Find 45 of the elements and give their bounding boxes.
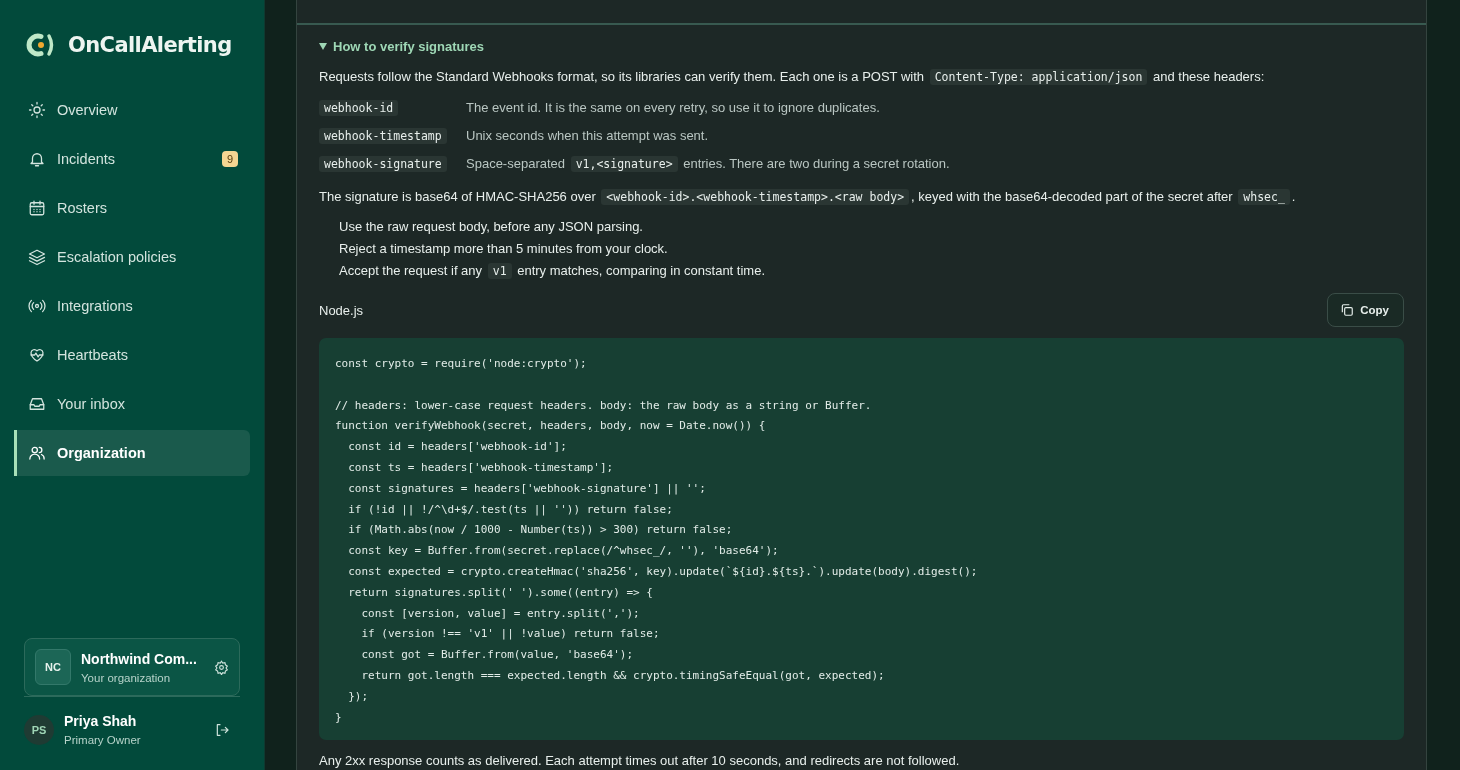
nav-item[interactable]: Rosters	[14, 185, 250, 231]
signature-paragraph: The signature is base64 of HMAC-SHA256 over <webhook-id>.<webhook-timestamp>.<raw body> , keyed with the base64-decoded part of the secret after whsec_ .	[319, 188, 1297, 206]
header-description: Unix seconds when this attempt was sent.	[466, 127, 709, 143]
app-name: OnCallAlerting	[68, 33, 232, 57]
count-badge: 9	[221, 151, 238, 167]
nav-item[interactable]: Incidents 9	[14, 136, 250, 182]
header-description: Space-separated v1,<signature> entries. There are two during a secret rotation.	[466, 155, 950, 171]
organization-subtitle: Your organization	[81, 671, 172, 684]
user-avatar: PS	[24, 714, 54, 745]
organization-avatar: NC	[35, 649, 71, 685]
header-description: The event id. It is the same on every retry, so use it to ignore duplicates.	[466, 99, 880, 115]
nav-item[interactable]: Integrations	[14, 283, 250, 329]
rule-item: Accept the request if any v1 entry matches, comparing in constant time.	[339, 262, 766, 280]
header-name: webhook-id	[319, 100, 399, 116]
disclosure-triangle-icon	[319, 43, 327, 50]
nav-item[interactable]: Heartbeats	[14, 332, 250, 378]
section-toggle[interactable]: How to verify signatures	[319, 39, 484, 54]
nav-item[interactable]: Overview	[14, 87, 250, 133]
copy-icon	[1340, 303, 1355, 317]
users-icon	[28, 444, 46, 462]
heart-icon	[28, 346, 46, 364]
user-name: Priya Shah	[64, 713, 138, 729]
layers-icon	[28, 248, 46, 266]
copy-button[interactable]: Copy	[1327, 293, 1404, 327]
organization-card[interactable]: NC Northwind Com... Your organization	[24, 638, 240, 696]
rule-item: Use the raw request body, before any JSON parsing.	[339, 218, 644, 236]
bell-icon	[28, 150, 46, 168]
signal-icon	[28, 297, 46, 315]
header-name: webhook-signature	[319, 156, 447, 172]
calendar-icon	[28, 199, 46, 217]
settings-icon[interactable]	[214, 659, 229, 675]
nav-item[interactable]: Your inbox	[14, 381, 250, 427]
rule-item: Reject a timestamp more than 5 minutes from your clock.	[339, 240, 669, 258]
inbox-icon	[28, 395, 46, 413]
logout-icon[interactable]	[214, 721, 230, 738]
nav-item[interactable]: Organization	[14, 430, 250, 476]
sun-icon	[28, 101, 46, 119]
code-block: const crypto = require('node:crypto'); // headers: lower-case request headers. body: the raw body as a string or Buffer. function verifyWebhook(secret, headers, body, now = Date.now()) { const id = headers['webhook-id']; const ts = headers['webhook-timestamp']; const signatures = headers['webhook-signature'] || ''; if (!id || !/^\d+$/.test(ts || '')) return false; if (Math.abs(now / 1000 - Number(ts)) > 300) return false; const key = Buffer.from(secret.replace(/^whsec_/, ''), 'base64'); const expected = crypto.createHmac('sha256', key).update(`${id}.${ts}.`).update(body).digest(); return signatures.split(' ').some((entry) => { const [version, value] = entry.split(','); if (version !== 'v1' || !value) return false; const got = Buffer.from(value, 'base64'); return got.length === expected.length && crypto.timingSafeEqual(got, expected); }); }	[319, 338, 1404, 741]
organization-name: Northwind Com...	[81, 650, 198, 667]
nav-item[interactable]: Escalation policies	[14, 234, 250, 280]
code-language-label: Node.js	[319, 302, 364, 318]
header-name: webhook-timestamp	[319, 128, 447, 144]
user-role: Primary Owner	[64, 734, 142, 746]
delivery-note: Any 2xx response counts as delivered. Each attempt times out after 10 seconds, and redirects are not followed.	[319, 752, 961, 770]
intro-paragraph: Requests follow the Standard Webhooks format, so its libraries can verify them. Each one is a POST with Content-Type: application/json and these headers:	[319, 68, 1266, 86]
